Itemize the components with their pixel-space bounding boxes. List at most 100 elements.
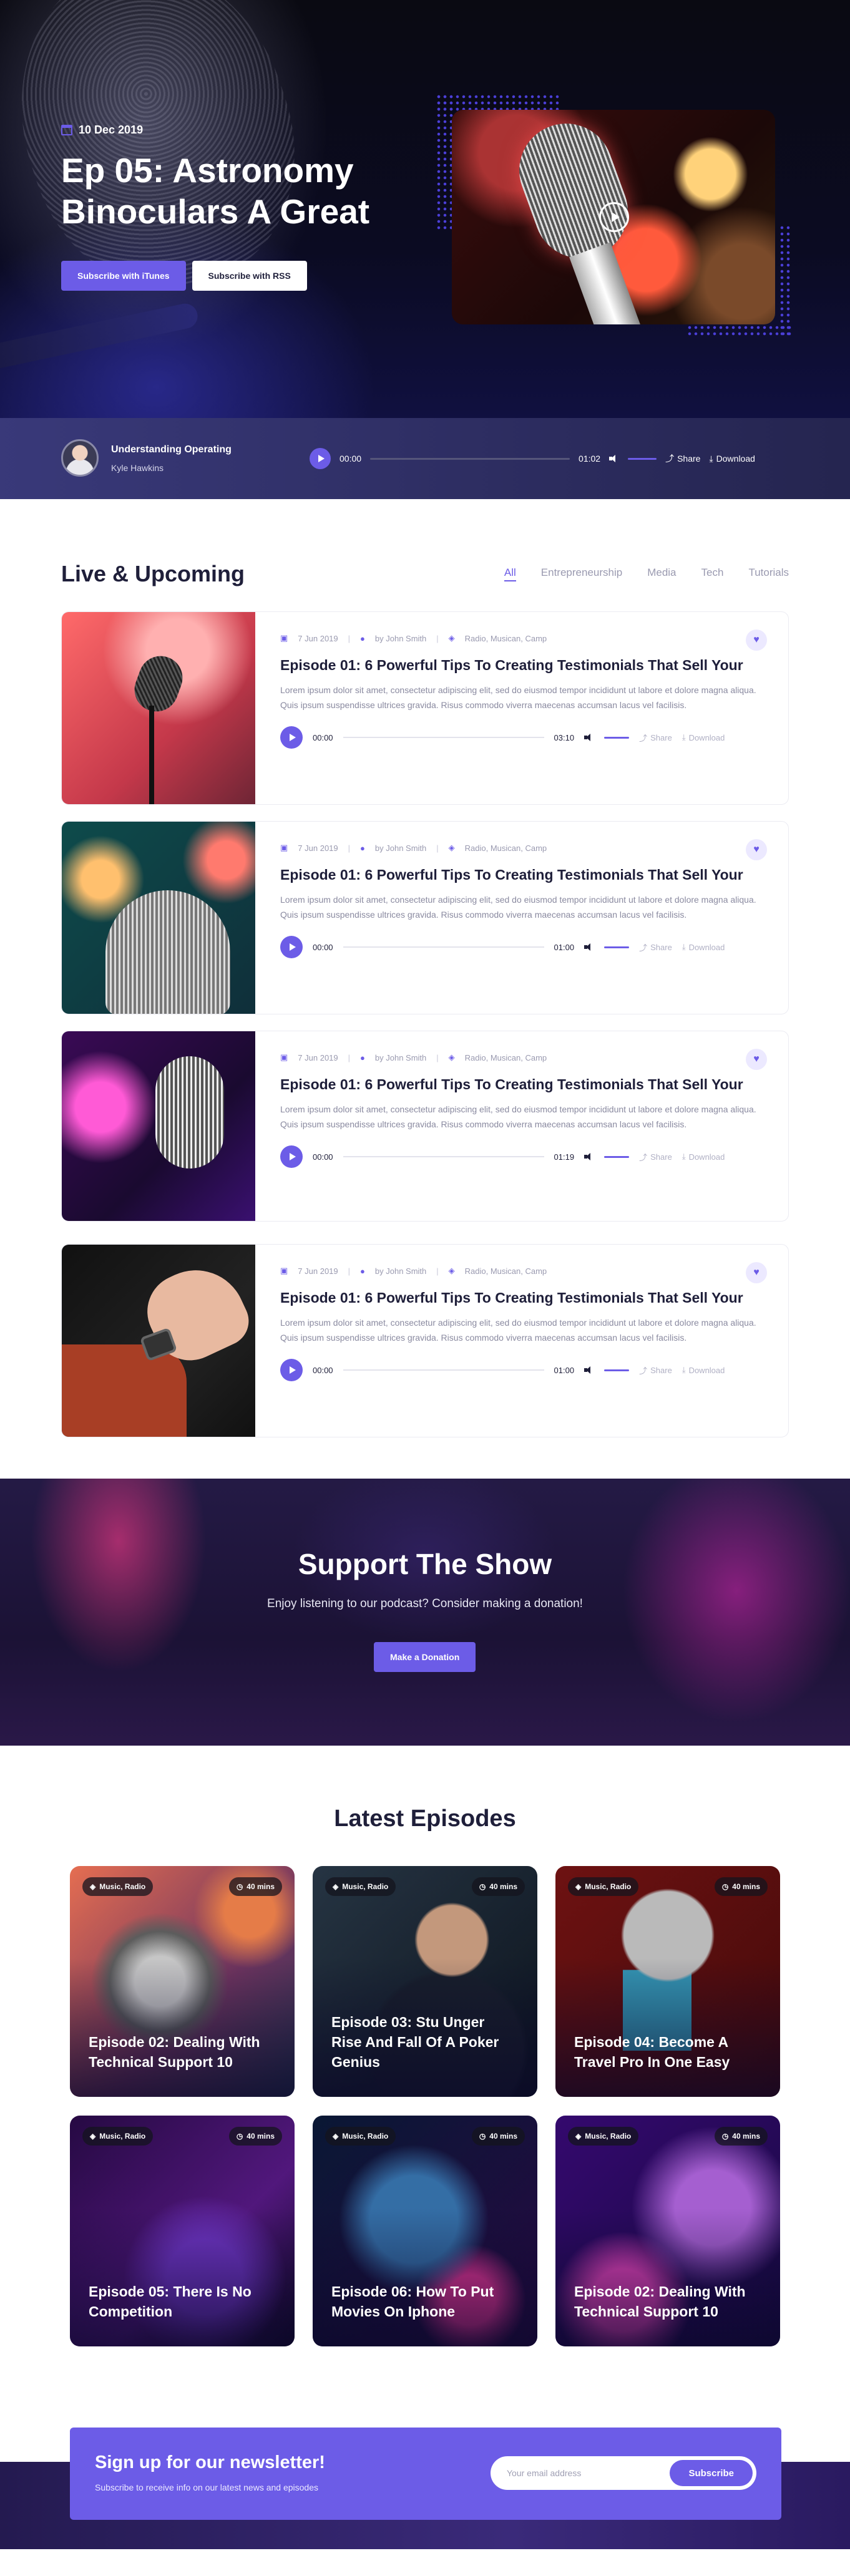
heart-icon[interactable]: ♥ [746, 839, 767, 860]
donation-button[interactable]: Make a Donation [374, 1642, 476, 1672]
episode-title[interactable]: Episode 05: There Is No Competition [89, 2282, 276, 2321]
subscribe-itunes-button[interactable]: Subscribe with iTunes [61, 261, 186, 291]
play-icon[interactable] [599, 202, 629, 232]
filter-tab-entrepreneurship[interactable]: Entrepreneurship [541, 566, 622, 581]
share-icon: ⤴ [639, 943, 648, 953]
download-button[interactable]: ⤓ Download [682, 942, 725, 952]
volume-slider[interactable] [628, 457, 657, 460]
play-button[interactable] [280, 726, 303, 749]
filter-tab-tech[interactable]: Tech [701, 566, 724, 581]
subscribe-button[interactable]: Subscribe [670, 2460, 753, 2486]
episode-progress-bar[interactable] [343, 946, 544, 948]
play-button[interactable] [280, 1359, 303, 1381]
volume-icon[interactable] [584, 1152, 594, 1161]
share-button[interactable]: ⤴ Share [639, 1151, 672, 1163]
episode-title[interactable]: Episode 01: 6 Powerful Tips To Creating … [280, 657, 767, 674]
player-progress-bar[interactable] [370, 457, 570, 460]
player-track-title: Understanding Operating [111, 444, 232, 455]
volume-slider[interactable] [604, 736, 630, 739]
section-title: Live & Upcoming [61, 561, 245, 586]
episode-author[interactable]: by John Smith [375, 1053, 426, 1062]
email-field[interactable] [507, 2468, 670, 2478]
episode-card[interactable]: ◈ Music, Radio ◷ 40 mins Episode 05: There… [70, 2116, 295, 2346]
share-button[interactable]: ⤴ Share [639, 941, 672, 953]
hero-section: 10 Dec 2019 Ep 05: Astronomy Binoculars … [0, 0, 850, 418]
volume-slider[interactable] [604, 946, 630, 948]
volume-icon[interactable] [584, 1366, 594, 1374]
filter-tab-all[interactable]: All [504, 566, 516, 581]
episode-player: 00:00 01:19 ⤴ Share ⤓ Download [280, 1145, 767, 1168]
heart-icon[interactable]: ♥ [746, 629, 767, 651]
episode-author[interactable]: by John Smith [375, 843, 426, 853]
share-button[interactable]: ⤴ Share [665, 452, 700, 465]
clock-icon: ◷ [721, 1882, 729, 1891]
tag-icon: ◈ [90, 2132, 96, 2141]
episode-date: 7 Jun 2019 [298, 633, 338, 643]
play-button[interactable] [280, 1145, 303, 1168]
filter-tab-media[interactable]: Media [647, 566, 676, 581]
episode-title[interactable]: Episode 01: 6 Powerful Tips To Creating … [280, 1076, 767, 1093]
episode-title[interactable]: Episode 04: Become A Travel Pro In One E… [574, 2032, 761, 2072]
download-icon: ⤓ [681, 942, 686, 951]
heart-icon[interactable]: ♥ [746, 1049, 767, 1070]
user-icon: ● [360, 843, 365, 853]
tag-icon: ◈ [90, 1882, 96, 1891]
episode-tags[interactable]: Radio, Musican, Camp [465, 1053, 547, 1062]
episode-progress-bar[interactable] [343, 1156, 544, 1157]
play-icon [318, 455, 325, 462]
duration-tag: ◷ 40 mins [714, 1877, 768, 1896]
download-button[interactable]: ⤓ Download [709, 454, 755, 464]
episode-title[interactable]: Episode 02: Dealing With Technical Suppo… [89, 2032, 276, 2072]
episode-date: 7 Jun 2019 [298, 843, 338, 853]
episode-card[interactable]: ◈ Music, Radio ◷ 40 mins Episode 03: Stu U… [313, 1866, 537, 2097]
volume-icon[interactable] [584, 733, 594, 742]
episode-title[interactable]: Episode 03: Stu Unger Rise And Fall Of A… [331, 2012, 519, 2072]
filter-tab-tutorials[interactable]: Tutorials [748, 566, 789, 581]
clock-icon: ◷ [721, 2132, 729, 2141]
episode-current-time: 00:00 [313, 1365, 333, 1375]
episode-card[interactable]: ◈ Music, Radio ◷ 40 mins Episode 02: Deali… [555, 2116, 780, 2346]
tag-icon: ◈ [575, 2132, 582, 2141]
share-icon: ⤴ [639, 1366, 648, 1376]
heart-icon[interactable]: ♥ [746, 1262, 767, 1283]
episode-author[interactable]: by John Smith [375, 1266, 426, 1276]
share-button[interactable]: ⤴ Share [639, 732, 672, 744]
user-icon: ● [360, 633, 365, 643]
episode-progress-bar[interactable] [343, 737, 544, 738]
episode-title[interactable]: Episode 01: 6 Powerful Tips To Creating … [280, 1290, 767, 1306]
episode-tags[interactable]: Radio, Musican, Camp [465, 843, 547, 853]
episode-title[interactable]: Episode 01: 6 Powerful Tips To Creating … [280, 867, 767, 883]
episode-tags[interactable]: Radio, Musican, Camp [465, 1266, 547, 1276]
newsletter-box: Sign up for our newsletter! Subscribe to… [70, 2428, 781, 2520]
duration-tag: ◷ 40 mins [228, 2127, 282, 2146]
episode-tags[interactable]: Radio, Musican, Camp [465, 634, 547, 643]
episode-title[interactable]: Episode 06: How To Put Movies On Iphone [331, 2282, 519, 2321]
tag-icon: ◈ [448, 1052, 455, 1062]
volume-slider[interactable] [604, 1155, 630, 1158]
volume-slider[interactable] [604, 1369, 630, 1371]
download-button[interactable]: ⤓ Download [682, 1365, 725, 1375]
episode-progress-bar[interactable] [343, 1369, 544, 1371]
tag-icon: ◈ [575, 1882, 582, 1891]
episode-meta: ▣ 7 Jun 2019 | ● by John Smith | ◈ Radio, M… [280, 633, 547, 643]
episode-date: 7 Jun 2019 [298, 1266, 338, 1276]
volume-icon[interactable] [584, 943, 594, 951]
episode-author[interactable]: by John Smith [375, 634, 426, 643]
play-button[interactable] [310, 448, 331, 469]
episode-thumbnail [62, 822, 255, 1014]
episode-title[interactable]: Episode 02: Dealing With Technical Suppo… [574, 2282, 761, 2321]
episode-card[interactable]: ◈ Music, Radio ◷ 40 mins Episode 06: How T… [313, 2116, 537, 2346]
volume-icon[interactable] [609, 454, 619, 463]
play-button[interactable] [280, 936, 303, 958]
latest-episodes-section: Latest Episodes ◈ Music, Radio ◷ 40 mins E… [0, 1746, 850, 2346]
download-button[interactable]: ⤓ Download [682, 1152, 725, 1162]
share-button[interactable]: ⤴ Share [639, 1364, 672, 1376]
subscribe-rss-button[interactable]: Subscribe with RSS [192, 261, 307, 291]
audio-player-bar: Understanding Operating Kyle Hawkins 00:… [0, 418, 850, 499]
episode-card[interactable]: ◈ Music, Radio ◷ 40 mins Episode 04: Becom… [555, 1866, 780, 2097]
share-icon: ⤴ [665, 454, 675, 464]
download-button[interactable]: ⤓ Download [682, 732, 725, 742]
episode-card[interactable]: ◈ Music, Radio ◷ 40 mins Episode 02: Deali… [70, 1866, 295, 2097]
newsletter-subtitle: Subscribe to receive info on our latest … [95, 2482, 318, 2492]
episode-thumbnail [62, 612, 255, 804]
